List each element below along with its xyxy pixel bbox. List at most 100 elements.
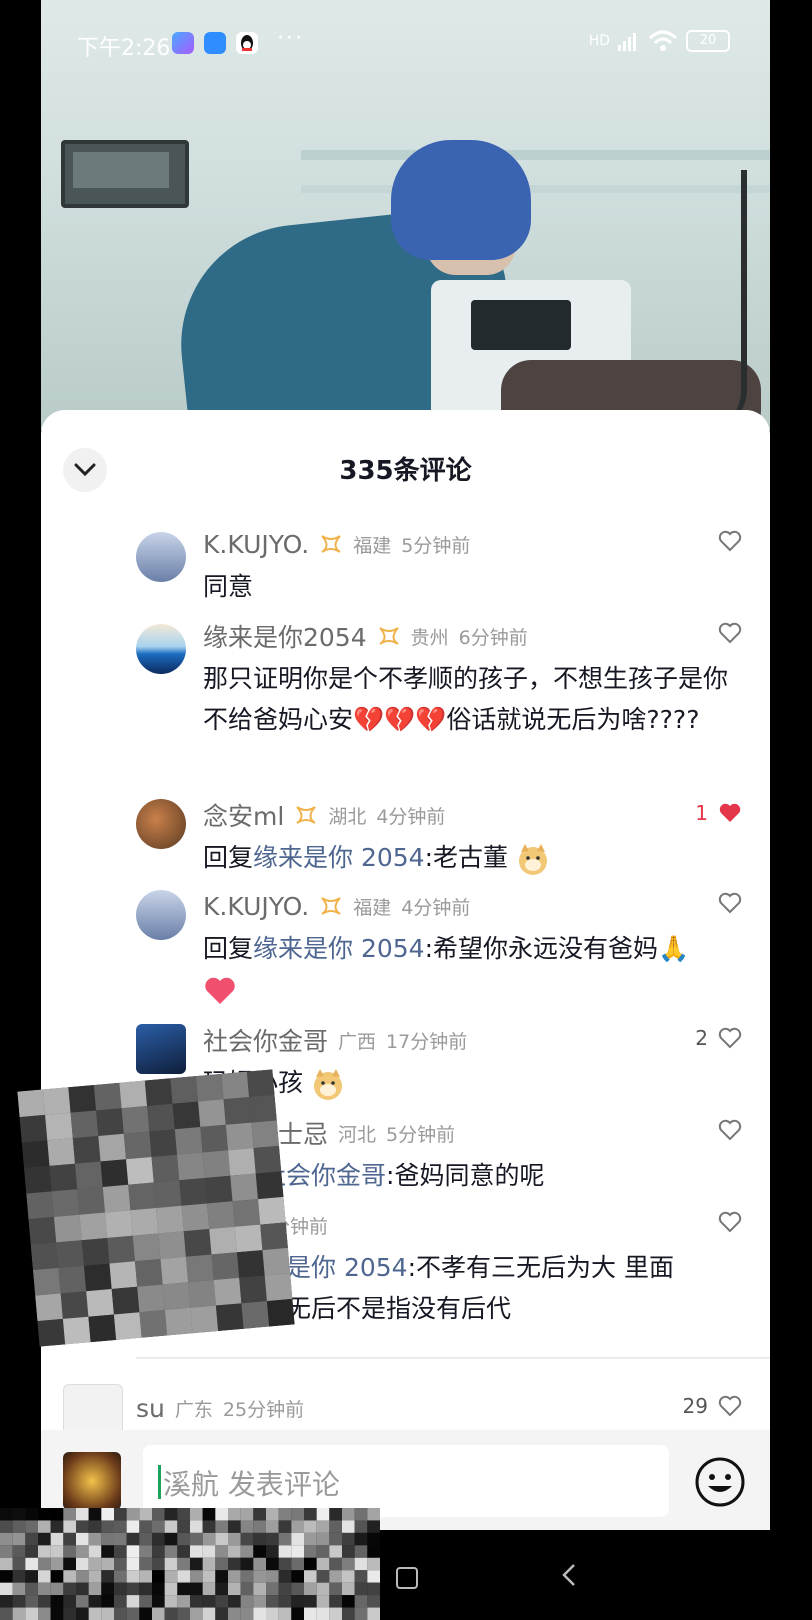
username[interactable]: 缘来是你2054 (203, 618, 367, 654)
browser-app-icon (204, 32, 226, 54)
fan-badge-icon (321, 535, 342, 553)
reply-body: :不孝有三无后为大 里面 (407, 1253, 674, 1282)
fan-badge-icon (296, 806, 317, 824)
like-button[interactable]: 29 (683, 1394, 742, 1418)
comment-meta: 念安ml 湖北 4分钟前 (203, 797, 445, 833)
comment-time: 4分钟前 (376, 805, 446, 828)
like-button[interactable] (718, 622, 742, 644)
avatar[interactable] (136, 799, 186, 849)
reply-mention[interactable]: 缘来是你 2054 (253, 843, 425, 872)
avatar[interactable] (136, 624, 186, 674)
location: 广东 (174, 1398, 213, 1421)
username[interactable]: K.KUJYO. (203, 530, 309, 559)
comment-text: 回复缘来是你 2054:老古董 (203, 837, 743, 878)
fan-badge-icon (321, 897, 342, 915)
like-button[interactable] (718, 1119, 742, 1141)
status-time: 下午2:26 (77, 36, 171, 61)
doge-emoji-icon (313, 1069, 342, 1100)
like-button[interactable]: 1 (695, 801, 742, 825)
hd-label: HD (588, 33, 610, 49)
video-wall-monitor (61, 140, 189, 208)
recent-apps-button[interactable] (396, 1567, 418, 1589)
heart-outline-icon (718, 892, 742, 914)
location: 湖北 (328, 805, 367, 828)
reply-body-line2: 的无后不是指没有后代 (261, 1294, 512, 1323)
reply-prefix: 回复 (203, 934, 254, 963)
avatar[interactable] (136, 1024, 186, 1074)
reply-prefix: 回复 (203, 843, 254, 872)
back-arrow-icon[interactable] (561, 1562, 577, 1588)
location: 贵州 (410, 626, 449, 649)
signal-icon (618, 33, 636, 51)
username[interactable]: 社会你金哥 (203, 1022, 328, 1058)
heart-outline-icon (718, 1119, 742, 1141)
comment-input[interactable]: 溪航 发表评论 (143, 1445, 669, 1517)
emoji-picker-icon[interactable] (694, 1456, 746, 1508)
comments-count-title: 335条评论 (339, 456, 472, 486)
red-heart-emoji-icon (205, 977, 235, 1004)
heart-outline-icon (718, 1395, 742, 1417)
comment-meta: 缘来是你2054 贵州 6分钟前 (203, 618, 528, 654)
reply-mention[interactable]: 缘来是你 2054 (253, 934, 425, 963)
location: 广西 (338, 1030, 377, 1053)
avatar[interactable] (136, 890, 186, 940)
comment-time: 25分钟前 (222, 1398, 305, 1421)
location: 福建 (353, 896, 392, 919)
like-button[interactable] (718, 892, 742, 914)
thread-divider (136, 1357, 770, 1359)
comment-text: 玛娌小孩 (203, 1062, 743, 1103)
video-tube (681, 170, 747, 430)
username[interactable]: 念安ml (203, 797, 284, 833)
pixelated-overlay (17, 1069, 295, 1347)
avatar[interactable] (63, 1384, 123, 1436)
location: 福建 (353, 534, 392, 557)
status-right: HD 20 (589, 30, 730, 52)
heart-outline-icon (718, 1211, 742, 1233)
qq-app-icon (236, 32, 258, 54)
comment-time: 4分钟前 (401, 896, 471, 919)
comment-meta: 社会你金哥 广西 17分钟前 (203, 1022, 467, 1058)
location: 河北 (338, 1123, 377, 1146)
comment-meta: su 广东 25分钟前 (136, 1390, 304, 1426)
comment-time: 6分钟前 (458, 626, 528, 649)
comment-input-placeholder: 溪航 发表评论 (163, 1468, 340, 1501)
reply-body: :老古董 (424, 843, 509, 872)
comment-time: 17分钟前 (386, 1030, 468, 1053)
heart-outline-icon (718, 1027, 742, 1049)
comment-text: 社会你金哥:爸妈同意的呢 (261, 1155, 770, 1196)
like-button[interactable] (718, 1211, 742, 1233)
like-button[interactable]: 2 (695, 1026, 742, 1050)
battery-icon: 20 (686, 30, 730, 52)
comment-time: 5分钟前 (401, 534, 471, 557)
avatar[interactable] (136, 532, 186, 582)
heart-outline-icon (718, 622, 742, 644)
comment-time: 5分钟前 (386, 1123, 456, 1146)
like-count: 1 (695, 801, 708, 825)
comment-meta: 威士忌 河北 5分钟前 (253, 1115, 455, 1151)
username[interactable]: K.KUJYO. (203, 892, 309, 921)
comment-meta: K.KUJYO. 福建 5分钟前 (203, 526, 470, 562)
like-button[interactable] (718, 530, 742, 552)
username[interactable]: su (136, 1394, 165, 1423)
wifi-icon (648, 30, 678, 51)
like-count: 29 (682, 1394, 708, 1418)
comment-text: 来是你 2054:不孝有三无后为大 里面 的无后不是指没有后代 (261, 1247, 770, 1329)
like-count: 2 (695, 1026, 708, 1050)
status-bar: 下午2:26 ··· HD 20 (41, 0, 770, 88)
video-app-icon (172, 32, 194, 54)
fan-badge-icon (378, 627, 399, 645)
my-avatar[interactable] (63, 1452, 121, 1510)
comment-text: 同意 (203, 572, 254, 601)
pixelated-overlay-bottom (0, 1508, 380, 1620)
reply-body: :希望你永远没有爸妈🙏 (424, 934, 690, 963)
more-notifications-icon: ··· (277, 26, 304, 51)
heart-filled-icon (719, 803, 741, 822)
doge-emoji-icon (518, 844, 547, 875)
comment-text: 回复缘来是你 2054:希望你永远没有爸妈🙏 (203, 928, 743, 1010)
video-wall-line (301, 150, 770, 160)
reply-body: :爸妈同意的呢 (386, 1161, 545, 1190)
comment-text: 那只证明你是个不孝顺的孩子，不想生孩子是你不给爸妈心安💔💔💔俗话就说无后为啥??… (203, 664, 729, 734)
text-caret (158, 1465, 161, 1499)
heart-outline-icon (718, 530, 742, 552)
comment-meta: K.KUJYO. 福建 4分钟前 (203, 888, 470, 924)
